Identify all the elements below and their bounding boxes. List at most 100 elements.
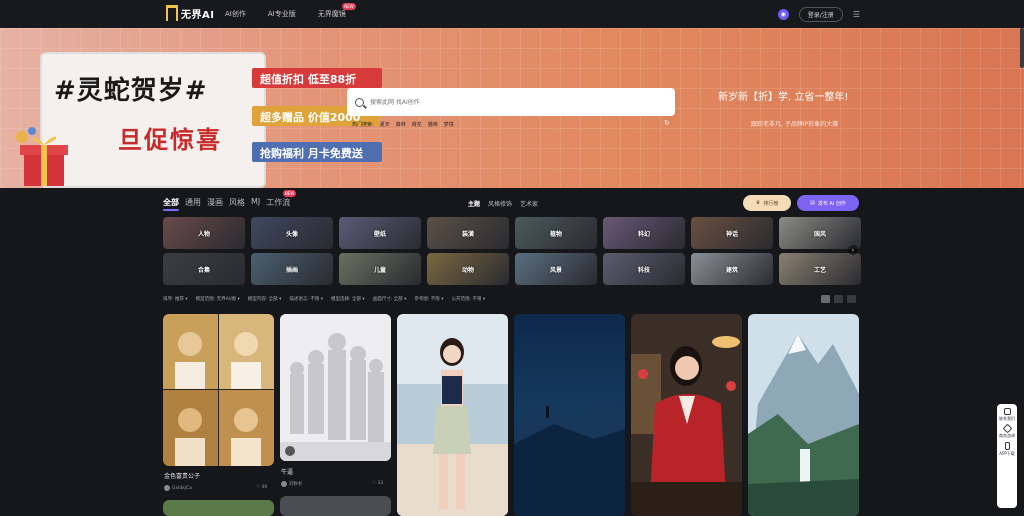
filter-dropdown[interactable]: 模型范围: 无界AI/图 ▾ bbox=[196, 296, 240, 302]
search-bar[interactable] bbox=[347, 88, 675, 116]
tab-mj[interactable]: MJ bbox=[251, 197, 260, 208]
style-tile[interactable]: 风景 bbox=[515, 253, 597, 285]
artwork-card[interactable] bbox=[631, 314, 742, 516]
tab-all[interactable]: 全部 bbox=[163, 197, 179, 211]
tab-workflow[interactable]: 工作流 NEW bbox=[266, 190, 297, 208]
scrollbar[interactable] bbox=[1020, 28, 1024, 68]
filter-label: 描述语言: 不限 bbox=[289, 297, 320, 302]
style-tile[interactable]: 头像 bbox=[251, 217, 333, 249]
artwork-card[interactable] bbox=[163, 500, 274, 516]
artwork-card[interactable] bbox=[514, 314, 625, 516]
banner-headline: 新岁新【折】学, 立省一整年! bbox=[718, 92, 849, 103]
user-icon[interactable]: ◉ bbox=[777, 9, 789, 20]
nav-mirror[interactable]: 无界魔镜 NEW bbox=[318, 3, 356, 19]
like-count[interactable]: ♡ 33 bbox=[372, 481, 383, 486]
logo[interactable]: 无界AI bbox=[166, 5, 214, 21]
ranking-label: 排行榜 bbox=[763, 200, 779, 207]
hot-search: 热门搜索: 夏天 森林 荷花 猫咪 梦境 bbox=[352, 121, 454, 128]
hot-search-label: 热门搜索: bbox=[352, 122, 374, 128]
artwork-card[interactable] bbox=[280, 314, 391, 461]
artwork-image bbox=[397, 314, 508, 516]
chevron-down-icon: ▾ bbox=[277, 297, 282, 302]
tab-style[interactable]: 风格 bbox=[229, 197, 245, 208]
filter-label: 模型内容: 全部 bbox=[247, 297, 278, 302]
chevron-right-icon[interactable]: › bbox=[848, 245, 858, 255]
ranking-button[interactable]: ♛ 排行榜 bbox=[743, 195, 791, 211]
style-tile[interactable]: 科幻 bbox=[603, 217, 685, 249]
filter-dropdown[interactable]: 公开范围: 不限 ▾ bbox=[452, 296, 486, 302]
subtab-theme[interactable]: 主题 bbox=[468, 199, 480, 208]
menu-icon[interactable]: ☰ bbox=[853, 10, 860, 19]
filter-dropdown[interactable]: 模型内容: 全部 ▾ bbox=[248, 296, 282, 302]
search-input[interactable] bbox=[370, 98, 650, 106]
refresh-icon[interactable]: ↻ bbox=[664, 119, 670, 127]
artwork-card[interactable] bbox=[163, 314, 274, 466]
filter-dropdown[interactable]: 参考图: 不限 ▾ bbox=[414, 296, 443, 302]
filter-dropdown[interactable]: 排序: 推荐 ▾ bbox=[163, 296, 188, 302]
author-name: GxldkjCa bbox=[172, 485, 193, 491]
nav-ai-pro[interactable]: AI专业版 bbox=[268, 9, 296, 19]
style-tile-label: 合集 bbox=[197, 266, 210, 274]
contact-us-button[interactable]: 联系我们 bbox=[999, 408, 1015, 421]
style-tile-label: 植物 bbox=[549, 230, 562, 238]
style-tile-label: 壁纸 bbox=[373, 230, 386, 238]
style-tile[interactable]: 神话 bbox=[691, 217, 773, 249]
author-name: 刘秋杉 bbox=[289, 482, 303, 487]
artwork-image bbox=[163, 314, 274, 466]
card-title[interactable]: 金色富贵公子 bbox=[164, 471, 200, 480]
style-tile[interactable]: 装潢 bbox=[427, 217, 509, 249]
artwork-card[interactable] bbox=[280, 496, 391, 516]
headset-icon bbox=[1003, 408, 1011, 415]
artwork-image bbox=[280, 314, 391, 461]
style-tile[interactable]: 植物 bbox=[515, 217, 597, 249]
hot-term[interactable]: 夏天 bbox=[380, 121, 390, 128]
new-badge: NEW bbox=[342, 3, 356, 10]
tab-comic[interactable]: 漫画 bbox=[207, 197, 223, 208]
filter-dropdown[interactable]: 描述语言: 不限 ▾ bbox=[289, 296, 323, 302]
promo-tag-discount: 超值折扣 低至88折 bbox=[252, 68, 382, 88]
filter-dropdown[interactable]: 模型选择: 全部 ▾ bbox=[331, 296, 365, 302]
card-author[interactable]: 刘秋杉 bbox=[281, 481, 303, 487]
style-tile[interactable]: 工艺 bbox=[779, 253, 861, 285]
style-tile[interactable]: 插画 bbox=[251, 253, 333, 285]
large-view-icon[interactable] bbox=[834, 295, 843, 303]
list-view-icon[interactable] bbox=[847, 295, 856, 303]
style-tile[interactable]: 建筑 bbox=[691, 253, 773, 285]
like-count[interactable]: ♡ 49 bbox=[256, 485, 267, 490]
card-title[interactable]: 牛逼 bbox=[281, 467, 293, 476]
style-tile[interactable]: 儿童 bbox=[339, 253, 421, 285]
subtab-style-modifier[interactable]: 风格修饰 bbox=[488, 199, 512, 208]
nav-ai-create[interactable]: AI创作 bbox=[225, 9, 246, 19]
style-tile[interactable]: 合集 bbox=[163, 253, 245, 285]
artwork-card[interactable] bbox=[397, 314, 508, 516]
trophy-icon: ♛ bbox=[755, 200, 761, 206]
hot-term[interactable]: 森林 bbox=[396, 121, 406, 128]
app-download-button[interactable]: APP下载 bbox=[999, 442, 1015, 456]
style-tile[interactable]: 人物 bbox=[163, 217, 245, 249]
artwork-image bbox=[514, 314, 625, 516]
like-value: 49 bbox=[261, 485, 268, 490]
tab-general[interactable]: 通用 bbox=[185, 197, 201, 208]
avatar bbox=[281, 481, 287, 487]
card-author[interactable]: GxldkjCa bbox=[164, 485, 192, 491]
hot-term[interactable]: 猫咪 bbox=[428, 121, 438, 128]
publish-button[interactable]: ▤ 发布 AI 创作 bbox=[797, 195, 859, 211]
category-tabs: 全部 通用 漫画 风格 MJ 工作流 NEW bbox=[163, 190, 297, 211]
side-label: 商务咨询 bbox=[999, 433, 1015, 438]
hot-term[interactable]: 荷花 bbox=[412, 121, 422, 128]
style-tile[interactable]: 科技 bbox=[603, 253, 685, 285]
like-value: 33 bbox=[377, 481, 384, 486]
hero-banner[interactable]: #灵蛇贺岁# 旦促惊喜 超值折扣 低至88折 超多赠品 价值2000 抢购福利 … bbox=[0, 28, 1024, 188]
business-button[interactable]: 商务咨询 bbox=[999, 423, 1015, 438]
filter-dropdown[interactable]: 画面尺寸: 全部 ▾ bbox=[373, 296, 407, 302]
style-tile[interactable]: 动物 bbox=[427, 253, 509, 285]
style-tile[interactable]: 国风 bbox=[779, 217, 861, 249]
style-tile-label: 人物 bbox=[197, 230, 210, 238]
grid-view-icon[interactable] bbox=[821, 295, 830, 303]
artwork-image bbox=[631, 314, 742, 516]
login-button[interactable]: 登录/注册 bbox=[798, 7, 843, 22]
style-tile[interactable]: 壁纸 bbox=[339, 217, 421, 249]
hot-term[interactable]: 梦境 bbox=[444, 121, 454, 128]
artwork-card[interactable] bbox=[748, 314, 859, 516]
subtab-artist[interactable]: 艺术家 bbox=[520, 199, 538, 208]
